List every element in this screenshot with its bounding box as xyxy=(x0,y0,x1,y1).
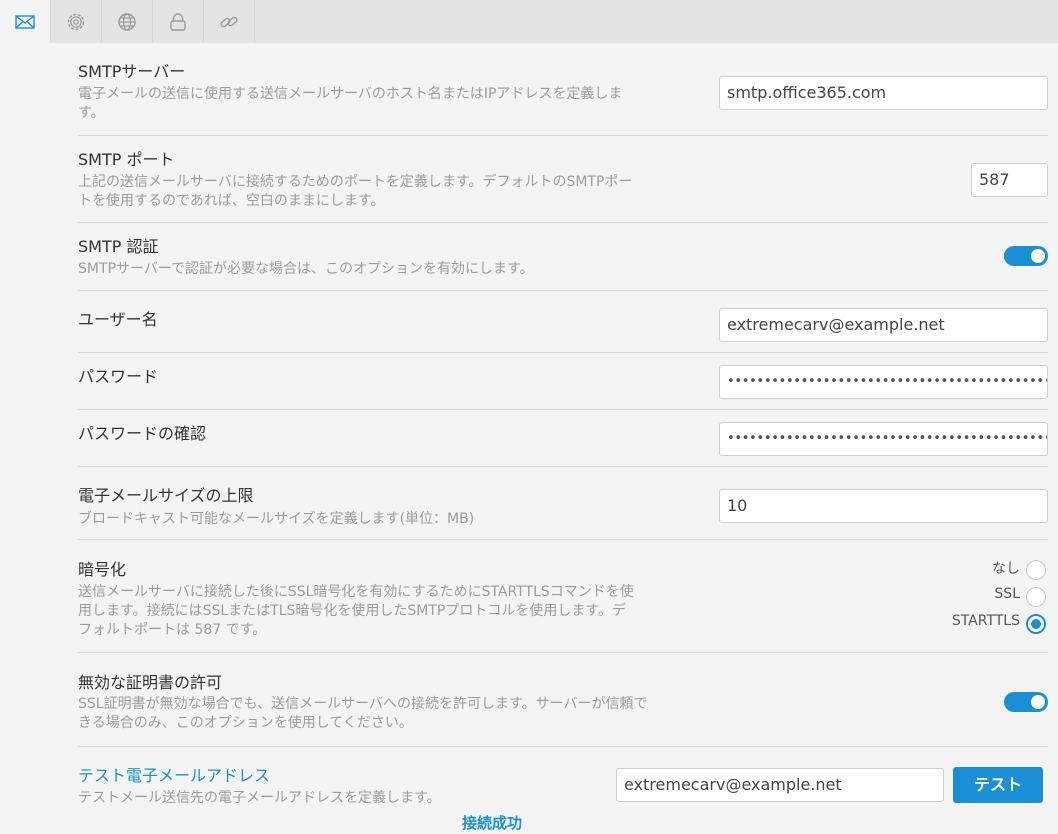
encryption-radio-ssl[interactable] xyxy=(1026,587,1046,607)
divider xyxy=(78,290,1048,291)
setting-title: 電子メールサイズの上限 xyxy=(78,486,254,505)
password-input[interactable]: ••••••••••••••••••••••••••••••••••••••••… xyxy=(719,365,1048,399)
connection-status: 接続成功 xyxy=(462,814,523,832)
tab-general[interactable] xyxy=(51,0,102,43)
setting-title: テスト電子メールアドレス xyxy=(78,766,271,785)
password-confirm-input[interactable]: ••••••••••••••••••••••••••••••••••••••••… xyxy=(719,422,1048,456)
setting-title: SMTP ポート xyxy=(78,150,175,169)
setting-title: SMTP 認証 xyxy=(78,237,159,256)
lock-icon xyxy=(170,12,186,31)
tab-email[interactable] xyxy=(0,0,51,43)
divider xyxy=(78,539,1048,540)
setting-description: SMTPサーバーで認証が必要な場合は、このオプションを有効にします。 xyxy=(78,261,534,277)
settings-tab-bar xyxy=(0,0,1058,43)
tab-security[interactable] xyxy=(153,0,204,43)
setting-description: テストメール送信先の電子メールアドレスを定義します。 xyxy=(78,790,441,806)
radio-label-ssl: SSL xyxy=(994,586,1020,602)
setting-title: パスワード xyxy=(78,367,159,386)
divider xyxy=(78,746,1048,747)
encryption-radio-starttls[interactable] xyxy=(1026,614,1046,634)
toggle-knob xyxy=(1031,695,1045,709)
gear-icon xyxy=(67,13,85,30)
setting-title: 暗号化 xyxy=(78,560,127,579)
setting-description: 送信メールサーバに接続した後にSSL暗号化を有効にするためにSTARTTLSコマ… xyxy=(78,584,634,638)
setting-description: ブロードキャスト可能なメールサイズを定義します(単位：MB) xyxy=(78,511,475,527)
tab-connections[interactable] xyxy=(204,0,255,43)
invalid-cert-toggle[interactable] xyxy=(1004,692,1048,712)
test-email-input[interactable]: extremecarv@example.net xyxy=(616,768,944,802)
setting-title: ユーザー名 xyxy=(78,310,158,329)
divider xyxy=(78,466,1048,467)
divider xyxy=(78,652,1048,653)
username-input[interactable]: extremecarv@example.net xyxy=(719,308,1048,342)
tab-regional[interactable] xyxy=(102,0,153,43)
setting-title: SMTPサーバー xyxy=(78,62,186,81)
setting-description: SSL証明書が無効な場合でも、送信メールサーバへの接続を許可します。サーバーが信… xyxy=(78,696,648,731)
setting-description: 上記の送信メールサーバに接続するためのポートを定義します。デフォルトのSMTPポ… xyxy=(78,174,633,209)
divider xyxy=(78,352,1048,353)
encryption-radio-none[interactable] xyxy=(1026,560,1046,580)
max-size-input[interactable]: 10 xyxy=(719,489,1048,523)
link-icon xyxy=(220,16,238,27)
setting-title: 無効な証明書の許可 xyxy=(78,673,223,692)
mail-icon xyxy=(15,14,35,29)
radio-label-starttls: STARTTLS xyxy=(951,613,1020,629)
radio-label-none: なし xyxy=(992,561,1020,577)
test-button[interactable]: テスト xyxy=(953,767,1043,803)
smtp-server-input[interactable]: smtp.office365.com xyxy=(719,76,1048,110)
smtp-auth-toggle[interactable] xyxy=(1004,246,1048,266)
toggle-knob xyxy=(1031,249,1045,263)
setting-description: 電子メールの送信に使用する送信メールサーバのホスト名またはIPアドレスを定義しま… xyxy=(78,86,623,121)
radio-selected-dot xyxy=(1031,619,1041,629)
smtp-port-input[interactable]: 587 xyxy=(971,163,1048,197)
divider xyxy=(78,135,1048,136)
divider xyxy=(78,409,1048,410)
setting-title: パスワードの確認 xyxy=(78,424,207,443)
globe-icon xyxy=(118,12,136,31)
divider xyxy=(78,222,1048,223)
